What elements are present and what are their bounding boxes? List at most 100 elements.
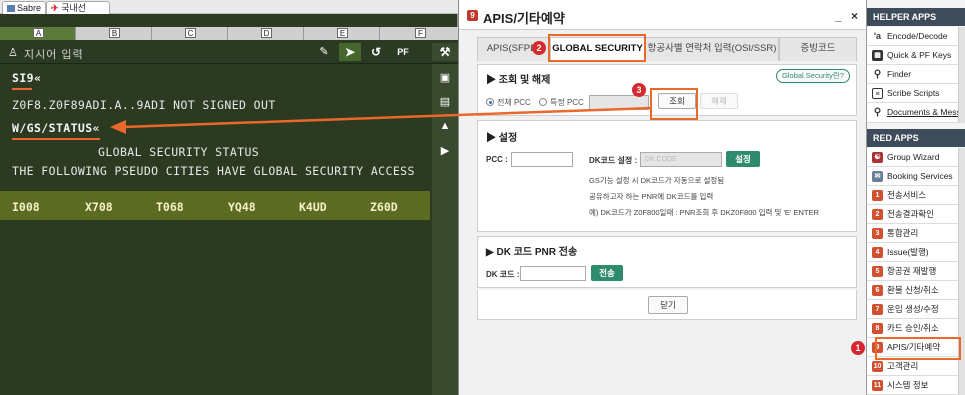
helper-quick-pf-keys-label: Quick & PF Keys bbox=[887, 50, 952, 60]
global-security-help-link[interactable]: Global Security란? bbox=[776, 69, 850, 83]
section-query-release: ▶ 조회 및 해제 Global Security란? 전체 PCC 특정 PC… bbox=[477, 64, 857, 116]
helper-scribe-scripts[interactable]: ≡ Scribe Scripts bbox=[867, 84, 958, 103]
session-c[interactable]: C bbox=[152, 27, 228, 40]
red-apps-scrollbar[interactable] bbox=[958, 148, 965, 395]
session-e[interactable]: E bbox=[304, 27, 380, 40]
play-icon[interactable]: ▶ bbox=[437, 144, 453, 158]
section-settings-title: ▶ 설정 bbox=[486, 133, 518, 144]
close-button[interactable]: 닫기 bbox=[648, 296, 688, 314]
helper-scrollbar[interactable] bbox=[958, 27, 965, 123]
history-icon[interactable]: ↺ bbox=[365, 43, 387, 61]
red-item-4[interactable]: 4 Issue(발행) bbox=[867, 243, 958, 262]
number-badge: 8 bbox=[872, 323, 883, 334]
number-badge: 10 bbox=[872, 361, 883, 372]
tools-icon[interactable]: ⚒ bbox=[432, 43, 458, 61]
tab-evidence-code[interactable]: 증빙코드 bbox=[779, 37, 857, 61]
sabre-terminal: Sabre ✈ 국내선 A B C D E F ♙ 지시어 입력 ✎ ➤ ↺ P… bbox=[0, 0, 458, 395]
helper-encode-decode-label: Encode/Decode bbox=[887, 31, 948, 41]
window-controls[interactable]: _ × bbox=[835, 9, 861, 23]
red-item-10[interactable]: 10 고객관리 bbox=[867, 357, 958, 376]
edit-icon[interactable]: ✎ bbox=[313, 43, 335, 61]
session-c-label: C bbox=[185, 28, 196, 38]
red-item-9[interactable]: 9 APIS/기타예약 bbox=[867, 338, 958, 357]
session-d[interactable]: D bbox=[228, 27, 304, 40]
section-query-title: ▶ 조회 및 해제 bbox=[486, 75, 551, 86]
settings-note-3: 예) DK코드가 Z0F800일때 : PNR조회 후 DKZ0F800 입력 … bbox=[589, 208, 819, 217]
session-b[interactable]: B bbox=[76, 27, 152, 40]
booking-icon: ✉ bbox=[872, 171, 883, 182]
send-button[interactable]: 전송 bbox=[591, 265, 623, 281]
tab-domestic-label: 국내선 bbox=[61, 3, 86, 13]
pf-button[interactable]: PF bbox=[392, 43, 414, 61]
red-item-label: 전송결과확인 bbox=[887, 209, 934, 219]
step-marker-3: 3 bbox=[632, 83, 646, 97]
query-button[interactable]: 조회 bbox=[658, 93, 696, 109]
red-group-wizard[interactable]: ☯ Group Wizard bbox=[867, 148, 958, 167]
red-group-wizard-label: Group Wizard bbox=[887, 152, 940, 162]
terminal-line-2: Z0F8.Z0F89ADI.A..9ADI NOT SIGNED OUT bbox=[12, 98, 276, 112]
clipboard-icon[interactable]: ▤ bbox=[437, 95, 453, 109]
red-item-1[interactable]: 1 전송서비스 bbox=[867, 186, 958, 205]
section-dk-send-title: ▶ DK 코드 PNR 전송 bbox=[486, 247, 578, 258]
red-apps-header: RED APPS bbox=[867, 129, 965, 147]
dialog-titlebar: 9 APIS/기타예약 _ × bbox=[459, 0, 867, 30]
radio-all-pcc-label: 전체 PCC bbox=[497, 98, 531, 107]
session-a[interactable]: A bbox=[0, 27, 76, 40]
pin-icon[interactable]: ▲ bbox=[437, 119, 453, 133]
helper-documents-messaging[interactable]: ⚲ Documents & Messaging bbox=[867, 103, 958, 123]
tab-sabre[interactable]: Sabre bbox=[2, 1, 46, 14]
terminal-line-1: SI9« bbox=[12, 71, 42, 85]
number-badge: 4 bbox=[872, 247, 883, 258]
pcc-list bbox=[0, 191, 430, 220]
dk-send-input[interactable] bbox=[520, 266, 586, 281]
set-button[interactable]: 설정 bbox=[726, 151, 760, 167]
pcc-input[interactable] bbox=[511, 152, 573, 167]
send-icon[interactable]: ➤ bbox=[339, 43, 361, 61]
red-item-7[interactable]: 7 운임 생성/수정 bbox=[867, 300, 958, 319]
briefcase-icon[interactable]: ▣ bbox=[437, 71, 453, 85]
command-input[interactable]: 지시어 입력 bbox=[24, 46, 84, 62]
section-dk-send: ▶ DK 코드 PNR 전송 DK 코드 : 전송 bbox=[477, 236, 857, 288]
session-e-label: E bbox=[337, 28, 348, 38]
apis-dialog: 9 APIS/기타예약 _ × APIS(SFPD) GLOBAL SECURI… bbox=[458, 0, 867, 395]
number-badge: 5 bbox=[872, 266, 883, 277]
session-f-label: F bbox=[415, 28, 426, 38]
helper-scribe-scripts-label: Scribe Scripts bbox=[887, 88, 940, 98]
number-badge: 1 bbox=[872, 190, 883, 201]
terminal-side-toolbar: ▣ ▤ ▲ ▶ bbox=[432, 64, 458, 395]
plane-icon: ✈ bbox=[51, 3, 59, 13]
user-icon: ♙ bbox=[8, 47, 18, 59]
red-item-8[interactable]: 8 카드 승인/취소 bbox=[867, 319, 958, 338]
tab-domestic[interactable]: ✈ 국내선 bbox=[46, 1, 110, 14]
session-f[interactable]: F bbox=[380, 27, 458, 40]
helper-finder[interactable]: ⚲ Finder bbox=[867, 65, 958, 84]
red-item-label: 카드 승인/취소 bbox=[887, 323, 939, 333]
number-badge: 11 bbox=[872, 380, 883, 391]
red-item-6[interactable]: 6 환불 신청/취소 bbox=[867, 281, 958, 300]
tab-global-security[interactable]: GLOBAL SECURITY bbox=[550, 37, 645, 61]
helper-documents-messaging-label: Documents & Messaging bbox=[887, 107, 958, 117]
pcc-item: YQ48 bbox=[228, 200, 256, 214]
red-booking-services[interactable]: ✉ Booking Services bbox=[867, 167, 958, 186]
pin-icon: ⚲ bbox=[873, 107, 882, 118]
helper-quick-pf-keys[interactable]: ▦ Quick & PF Keys bbox=[867, 46, 958, 65]
specific-pcc-input[interactable] bbox=[589, 95, 649, 110]
helper-encode-decode[interactable]: ʹa Encode/Decode bbox=[867, 27, 958, 46]
dk-code-placeholder: DK CODE bbox=[645, 156, 677, 163]
pcc-item: I008 bbox=[12, 200, 40, 214]
red-item-2[interactable]: 2 전송결과확인 bbox=[867, 205, 958, 224]
script-icon: ≡ bbox=[872, 88, 883, 99]
red-item-11[interactable]: 11 시스템 정보 bbox=[867, 376, 958, 395]
session-bar: A B C D E F bbox=[0, 27, 458, 40]
tab-airline-contact[interactable]: 항공사별 연락처 입력(OSI/SSR) bbox=[645, 37, 779, 61]
red-item-3[interactable]: 3 통합관리 bbox=[867, 224, 958, 243]
radio-all-pcc[interactable] bbox=[486, 98, 494, 106]
magnifier-icon: ⚲ bbox=[873, 69, 882, 80]
number-badge: 2 bbox=[872, 209, 883, 220]
radio-specific-pcc[interactable] bbox=[539, 98, 547, 106]
red-item-label: 환불 신청/취소 bbox=[887, 285, 939, 295]
dk-code-input[interactable]: DK CODE bbox=[640, 152, 722, 167]
pcc-item: Z60D bbox=[370, 200, 398, 214]
release-button[interactable]: 해제 bbox=[700, 93, 738, 109]
red-item-5[interactable]: 5 항공권 재발행 bbox=[867, 262, 958, 281]
